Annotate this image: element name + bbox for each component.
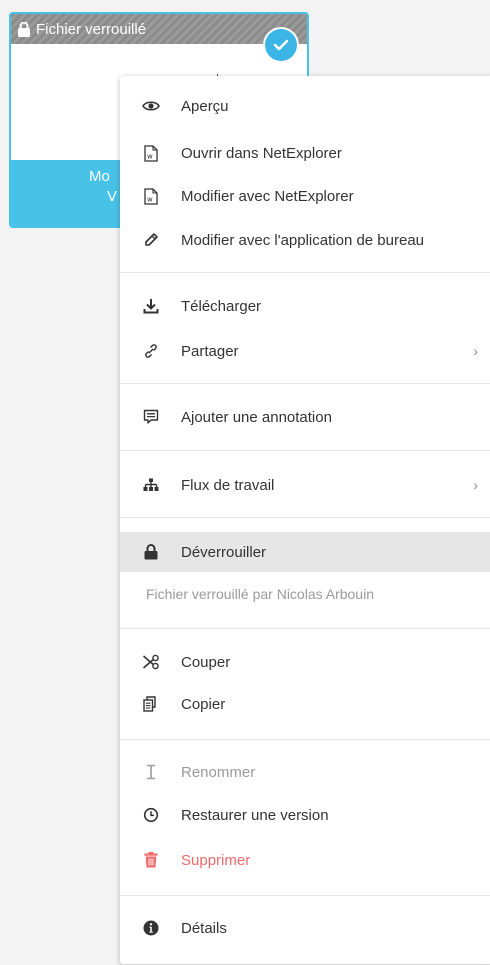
tile-name-line2: V [107, 188, 118, 205]
menu-item-details[interactable]: Détails [120, 910, 490, 946]
menu-divider [120, 383, 490, 384]
menu-item-download[interactable]: Télécharger [120, 288, 490, 324]
menu-item-label: Partager [181, 342, 239, 360]
copy-icon [142, 695, 160, 713]
menu-item-label: Couper [181, 653, 231, 671]
menu-item-label: Flux de travail [181, 476, 275, 494]
menu-item-label: Télécharger [181, 297, 262, 315]
menu-item-label: Détails [181, 919, 227, 937]
tile-name-line1: Mo [89, 168, 110, 185]
menu-item-label: Renommer [181, 763, 256, 781]
share-icon [142, 342, 160, 360]
scissors-icon [142, 653, 160, 671]
menu-item-cut[interactable]: Couper [120, 644, 490, 680]
menu-item-label: Restaurer une version [181, 806, 329, 824]
menu-item-edit-desktop[interactable]: Modifier avec l'application de bureau [120, 222, 490, 258]
comment-icon [142, 408, 160, 426]
chevron-right-icon: › [473, 477, 478, 493]
menu-item-preview[interactable]: Aperçu [120, 88, 490, 124]
menu-divider [120, 895, 490, 896]
pencil-icon [142, 231, 160, 249]
word-doc-icon: w [142, 187, 160, 205]
menu-item-label: Ouvrir dans NetExplorer [181, 144, 342, 162]
svg-text:w: w [147, 152, 153, 160]
menu-item-label: Modifier avec NetExplorer [181, 187, 354, 205]
menu-item-label: Copier [181, 695, 226, 713]
menu-item-rename[interactable]: Renommer [120, 754, 490, 790]
menu-item-label: Supprimer [181, 851, 251, 869]
menu-divider [120, 628, 490, 629]
info-icon [142, 919, 160, 937]
menu-item-delete[interactable]: Supprimer [120, 842, 490, 878]
menu-item-share[interactable]: Partager › [120, 333, 490, 369]
menu-item-label: Modifier avec l'application de bureau [181, 231, 425, 249]
menu-divider [120, 517, 490, 518]
history-icon [142, 806, 160, 824]
word-doc-icon: w [142, 144, 160, 162]
menu-item-label: Déverrouiller [181, 543, 267, 561]
lock-icon [17, 21, 31, 37]
svg-text:w: w [147, 195, 153, 203]
menu-item-copy[interactable]: Copier [120, 686, 490, 722]
eye-icon [142, 97, 160, 115]
trash-icon [142, 851, 160, 869]
tile-header: Fichier verrouillé [11, 14, 307, 44]
menu-item-label: Ajouter une annotation [181, 408, 332, 426]
menu-item-add-annotation[interactable]: Ajouter une annotation [120, 399, 490, 435]
menu-item-label: Aperçu [181, 97, 229, 115]
chevron-right-icon: › [473, 343, 478, 359]
menu-item-edit-netexplorer[interactable]: w Modifier avec NetExplorer [120, 178, 490, 214]
menu-divider [120, 450, 490, 451]
download-icon [142, 297, 160, 315]
menu-divider [120, 272, 490, 273]
tile-header-label: Fichier verrouillé [36, 20, 147, 38]
menu-item-open-netexplorer[interactable]: w Ouvrir dans NetExplorer [120, 135, 490, 171]
workflow-icon [142, 476, 160, 494]
context-menu: Aperçu w Ouvrir dans NetExplorer w Modif… [120, 76, 490, 964]
locked-by-info: Fichier verrouillé par Nicolas Arbouin [146, 586, 374, 602]
unlock-icon [142, 543, 160, 561]
text-cursor-icon [142, 763, 160, 781]
menu-item-unlock[interactable]: Déverrouiller [120, 532, 490, 572]
menu-item-workflow[interactable]: Flux de travail › [120, 467, 490, 503]
menu-item-restore-version[interactable]: Restaurer une version [120, 797, 490, 833]
menu-divider [120, 739, 490, 740]
selected-check-icon[interactable] [265, 29, 297, 61]
